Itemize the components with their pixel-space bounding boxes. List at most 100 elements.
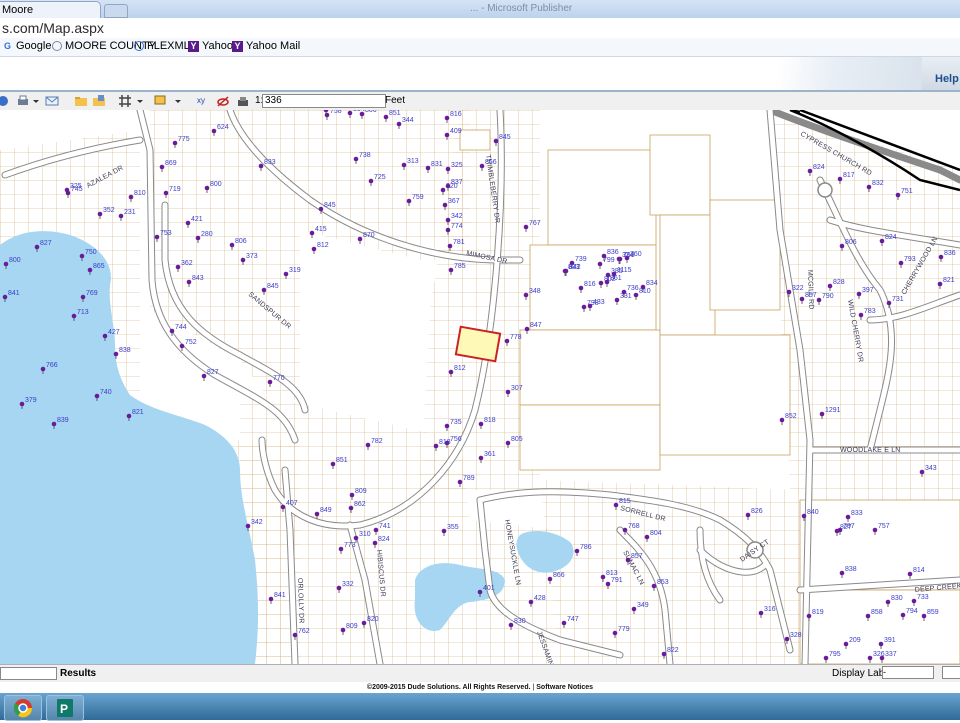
parcel-label: 783: [864, 308, 876, 315]
measure-icon[interactable]: [236, 94, 250, 108]
bookmark-google[interactable]: G Google: [2, 40, 52, 52]
parcel-label: 397: [862, 287, 874, 294]
clear-selection-icon[interactable]: [216, 94, 230, 108]
browser-tab[interactable]: Moore: [0, 1, 101, 19]
parcel-label: 774: [451, 223, 463, 230]
parcel-label: 862: [354, 501, 366, 508]
parcel-label: 744: [175, 324, 187, 331]
parcel-label: 758: [330, 110, 342, 115]
parcel-label: 809: [346, 623, 358, 630]
parcel-label: 793: [904, 256, 916, 263]
help-link[interactable]: Help: [935, 73, 959, 85]
chevron-down-icon[interactable]: [174, 94, 182, 108]
chevron-down-icon[interactable]: [32, 94, 40, 108]
parcel-label: 750: [85, 249, 97, 256]
parcel-label: 325: [451, 162, 463, 169]
parcel-label: 859: [927, 609, 939, 616]
parcel-label: 821: [943, 277, 955, 284]
publisher-taskbar-button[interactable]: P: [46, 695, 84, 721]
parcel-label: 733: [917, 594, 929, 601]
parcel-label: 719: [169, 186, 181, 193]
parcel-label: 322: [792, 285, 804, 292]
parcel-label: 849: [320, 507, 332, 514]
parcel-label: 739: [575, 256, 587, 263]
software-notices-link[interactable]: Software Notices: [536, 684, 593, 691]
parcel-label: 342: [451, 213, 463, 220]
parcel-label: 775: [178, 136, 190, 143]
parcel-label: 753: [160, 230, 172, 237]
parcel-label: 740: [100, 389, 112, 396]
parcel-label: 331: [620, 293, 632, 300]
parcel-label: 818: [484, 417, 496, 424]
parcel-label: 815: [619, 498, 631, 505]
parcel-label: 738: [359, 152, 371, 159]
parcel-label: 209: [849, 637, 861, 644]
parcel-label: 841: [274, 592, 286, 599]
parcel-pin[interactable]: 812: [311, 242, 329, 254]
parcel-label: 348: [529, 288, 541, 295]
grid-tool-icon[interactable]: [118, 94, 132, 108]
parcel-label: 810: [639, 288, 651, 295]
parcel-label: 781: [453, 239, 465, 246]
parcel-label: 827: [840, 524, 852, 531]
parcel-label: 756: [450, 436, 462, 443]
display-labels-select[interactable]: -: [882, 666, 934, 679]
parcel-label: 857: [805, 292, 817, 299]
parcel-pin[interactable]: 752: [179, 339, 197, 351]
copyright-line: ©2009-2015 Dude Solutions. All Rights Re…: [366, 684, 594, 691]
parcel-label: 824: [813, 164, 825, 171]
parcel-label: 816: [584, 281, 596, 288]
identify-icon[interactable]: [0, 94, 10, 108]
parcel-label: 624: [217, 124, 229, 131]
parcel-label: 840: [807, 509, 819, 516]
parcel-label: 334: [622, 252, 634, 259]
zoom-select-icon[interactable]: [153, 94, 167, 108]
bookmark-label: Yahoo: [202, 40, 233, 52]
parcel-label: 806: [365, 110, 377, 114]
parcel-label: 355: [447, 524, 459, 531]
parcel-pin[interactable]: 744: [169, 324, 187, 336]
parcel-label: 831: [431, 161, 443, 168]
parcel-label: 773: [344, 542, 356, 549]
parcel-label: 337: [885, 651, 897, 658]
parcel-label: 826: [751, 508, 763, 515]
results-dropdown[interactable]: [0, 667, 57, 680]
parcel-label: 791: [611, 577, 623, 584]
save-folder-icon[interactable]: [92, 94, 106, 108]
parcel-label: 866: [553, 572, 565, 579]
results-label[interactable]: Results: [60, 668, 96, 679]
bookmark-label: Yahoo Mail: [246, 40, 301, 52]
parcel-label: 433: [593, 299, 605, 306]
selected-parcel[interactable]: [454, 325, 502, 363]
parcel-label: 421: [191, 216, 203, 223]
address-bar[interactable]: [0, 18, 960, 39]
scale-input[interactable]: 336: [262, 94, 386, 108]
parcel-label: 313: [407, 158, 419, 165]
yahoo-icon: Y: [188, 40, 199, 52]
chrome-taskbar-button[interactable]: [4, 695, 42, 721]
email-icon[interactable]: [45, 94, 59, 108]
parcel-map[interactable]: AZALEA DR SANDSPUR DR MIMOSA DR THIMBLEBERR…: [0, 110, 960, 664]
open-folder-icon[interactable]: [74, 94, 88, 108]
svg-text:xy: xy: [197, 96, 205, 105]
parcel-label: 838: [845, 566, 857, 573]
coordinate-icon[interactable]: xy: [196, 94, 210, 108]
address-url[interactable]: s.com/Map.aspx: [2, 20, 104, 36]
display-labels-select-secondary[interactable]: [942, 666, 960, 679]
new-tab-button[interactable]: [104, 4, 128, 18]
parcel-label: 812: [317, 242, 329, 249]
parcel-label: 838: [119, 347, 131, 354]
street-label: WOODLAKE E LN: [840, 447, 901, 454]
bookmark-yahoo-mail[interactable]: Y Yahoo Mail: [232, 40, 300, 52]
chevron-down-icon[interactable]: [136, 94, 144, 108]
bookmark-yahoo[interactable]: Y Yahoo: [188, 40, 233, 52]
parcel-label: 869: [165, 160, 177, 167]
parcel-label: 766: [46, 362, 58, 369]
parcel-label: 832: [872, 180, 884, 187]
parcel-label: 231: [124, 209, 136, 216]
parcel-label: 747: [567, 616, 579, 623]
parcel-label: 391: [884, 637, 896, 644]
print-icon[interactable]: [16, 94, 30, 108]
google-icon: G: [3, 40, 11, 51]
map-canvas[interactable]: AZALEA DRSANDSPUR DRMIMOSA DRTHIMBLEBERR…: [0, 110, 960, 664]
